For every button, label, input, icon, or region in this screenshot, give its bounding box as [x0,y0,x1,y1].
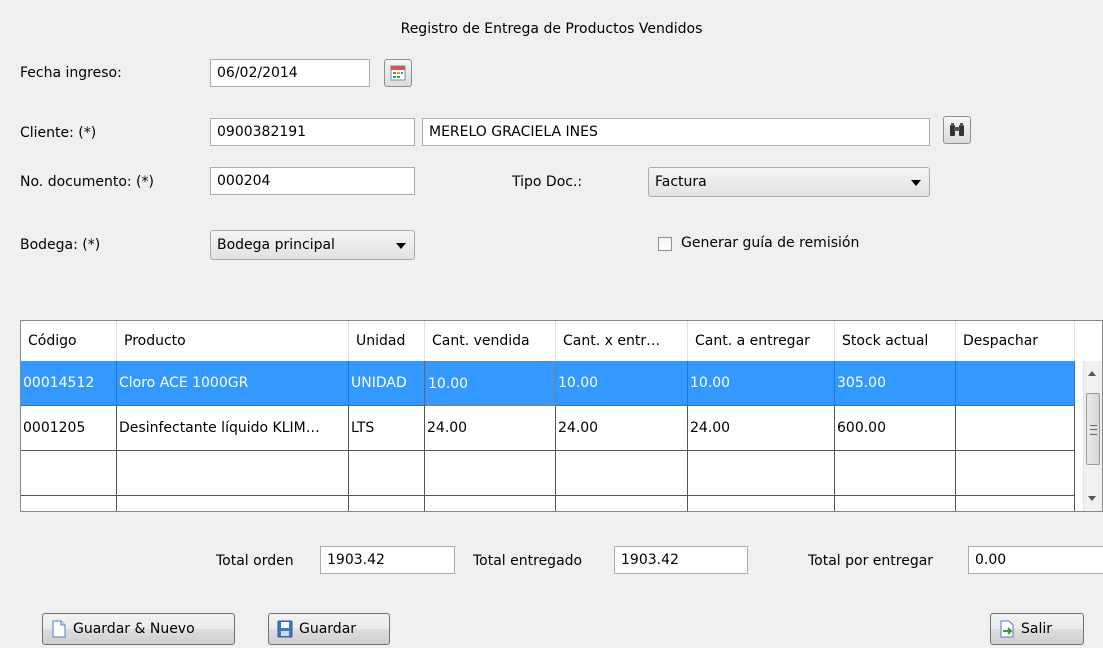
cliente-id-field[interactable]: 0900382191 [210,118,415,146]
total-orden-label: Total orden [216,553,294,569]
tipo-doc-value: Factura [655,174,707,190]
guia-remision-checkbox[interactable] [658,237,672,251]
column-header[interactable]: Cant. vendida [425,321,556,361]
cell-empty[interactable] [349,451,425,496]
total-por-entregar-label: Total por entregar [808,553,934,569]
new-document-icon [52,620,66,638]
bodega-label: Bodega: (*) [20,237,101,253]
cell-empty[interactable] [688,451,835,496]
grip-icon [1090,425,1097,435]
cell-producto[interactable]: Desinfectante líquido KLIM… [117,406,349,451]
total-entregado-label: Total entregado [473,553,583,569]
chevron-down-icon [911,180,921,186]
column-header[interactable]: Unidad [349,321,425,361]
binoculars-icon [950,123,964,136]
cell-empty[interactable] [117,451,349,496]
salir-button[interactable]: Salir [990,613,1084,645]
cell-cant-x-entregar[interactable]: 24.00 [556,406,688,451]
fecha-ingreso-field[interactable]: 06/02/2014 [210,59,370,87]
cell-empty[interactable] [835,451,956,496]
cliente-name-field[interactable]: MERELO GRACIELA INES [422,118,930,146]
total-orden-field[interactable]: 1903.42 [320,546,455,574]
total-entregado-field[interactable]: 1903.42 [614,546,748,574]
cell-empty[interactable] [688,496,835,511]
cell-cant-vendida[interactable]: 24.00 [425,406,556,451]
fecha-ingreso-label: Fecha ingreso: [20,65,122,81]
total-por-entregar-field[interactable]: 0.00 [968,546,1103,574]
column-header[interactable]: Código [21,321,117,361]
column-header[interactable]: Despachar [956,321,1075,361]
cell-cant-a-entregar[interactable]: 24.00 [688,406,835,451]
cell-empty[interactable] [117,496,349,511]
table-row[interactable]: 00014512 Cloro ACE 1000GR UNIDAD 10.00 1… [21,361,1075,406]
table-row[interactable] [21,451,1075,496]
cell-despachar[interactable] [956,361,1075,406]
documento-field[interactable]: 000204 [210,167,415,195]
cell-stock-actual[interactable]: 600.00 [835,406,956,451]
table-row[interactable]: 0001205 Desinfectante líquido KLIM… LTS … [21,406,1075,451]
column-header[interactable]: Stock actual [835,321,956,361]
cell-empty[interactable] [556,451,688,496]
column-header[interactable]: Cant. a entregar [688,321,835,361]
cell-producto[interactable]: Cloro ACE 1000GR [117,361,349,406]
cell-empty[interactable] [956,451,1075,496]
cell-cant-vendida[interactable]: 10.00 [425,361,556,406]
table-row[interactable] [21,496,1075,511]
tipo-doc-select[interactable]: Factura [648,167,930,197]
guia-remision-label: Generar guía de remisión [681,235,860,251]
chevron-down-icon [396,243,406,249]
scroll-up-icon[interactable] [1088,371,1096,376]
scrollbar-thumb[interactable] [1086,393,1100,465]
cell-empty[interactable] [21,451,117,496]
guardar-nuevo-label: Guardar & Nuevo [73,621,195,637]
cell-empty[interactable] [556,496,688,511]
tipo-doc-label: Tipo Doc.: [512,174,583,190]
cell-empty[interactable] [425,496,556,511]
table-scrollbar[interactable] [1083,361,1102,511]
cell-stock-actual[interactable]: 305.00 [835,361,956,406]
cell-unidad[interactable]: UNIDAD [349,361,425,406]
cell-cant-a-entregar[interactable]: 10.00 [688,361,835,406]
cell-codigo[interactable]: 00014512 [21,361,117,406]
calendar-icon [390,65,406,81]
exit-icon [1000,620,1014,638]
search-client-button[interactable] [943,116,971,144]
cell-codigo[interactable]: 0001205 [21,406,117,451]
cell-despachar[interactable] [956,406,1075,451]
calendar-button[interactable] [384,59,412,87]
scroll-down-icon[interactable] [1088,496,1096,501]
page-title: Registro de Entrega de Productos Vendido… [400,21,703,37]
cell-cant-x-entregar[interactable]: 10.00 [556,361,688,406]
cell-empty[interactable] [349,496,425,511]
guardar-label: Guardar [299,621,357,637]
products-table: Código Producto Unidad Cant. vendida Can… [20,320,1103,512]
salir-label: Salir [1021,621,1053,637]
cliente-label: Cliente: (*) [20,125,97,141]
documento-label: No. documento: (*) [20,174,154,190]
bodega-value: Bodega principal [217,237,335,253]
table-header: Código Producto Unidad Cant. vendida Can… [21,321,1075,362]
guardar-button[interactable]: Guardar [268,613,390,645]
cell-unidad[interactable]: LTS [349,406,425,451]
column-header[interactable]: Producto [117,321,349,361]
floppy-disk-icon [277,620,293,638]
cell-empty[interactable] [425,451,556,496]
cell-empty[interactable] [956,496,1075,511]
cell-empty[interactable] [21,496,117,511]
guardar-nuevo-button[interactable]: Guardar & Nuevo [42,613,235,645]
cell-empty[interactable] [835,496,956,511]
column-header[interactable]: Cant. x entr… [556,321,688,361]
bodega-select[interactable]: Bodega principal [210,230,415,260]
